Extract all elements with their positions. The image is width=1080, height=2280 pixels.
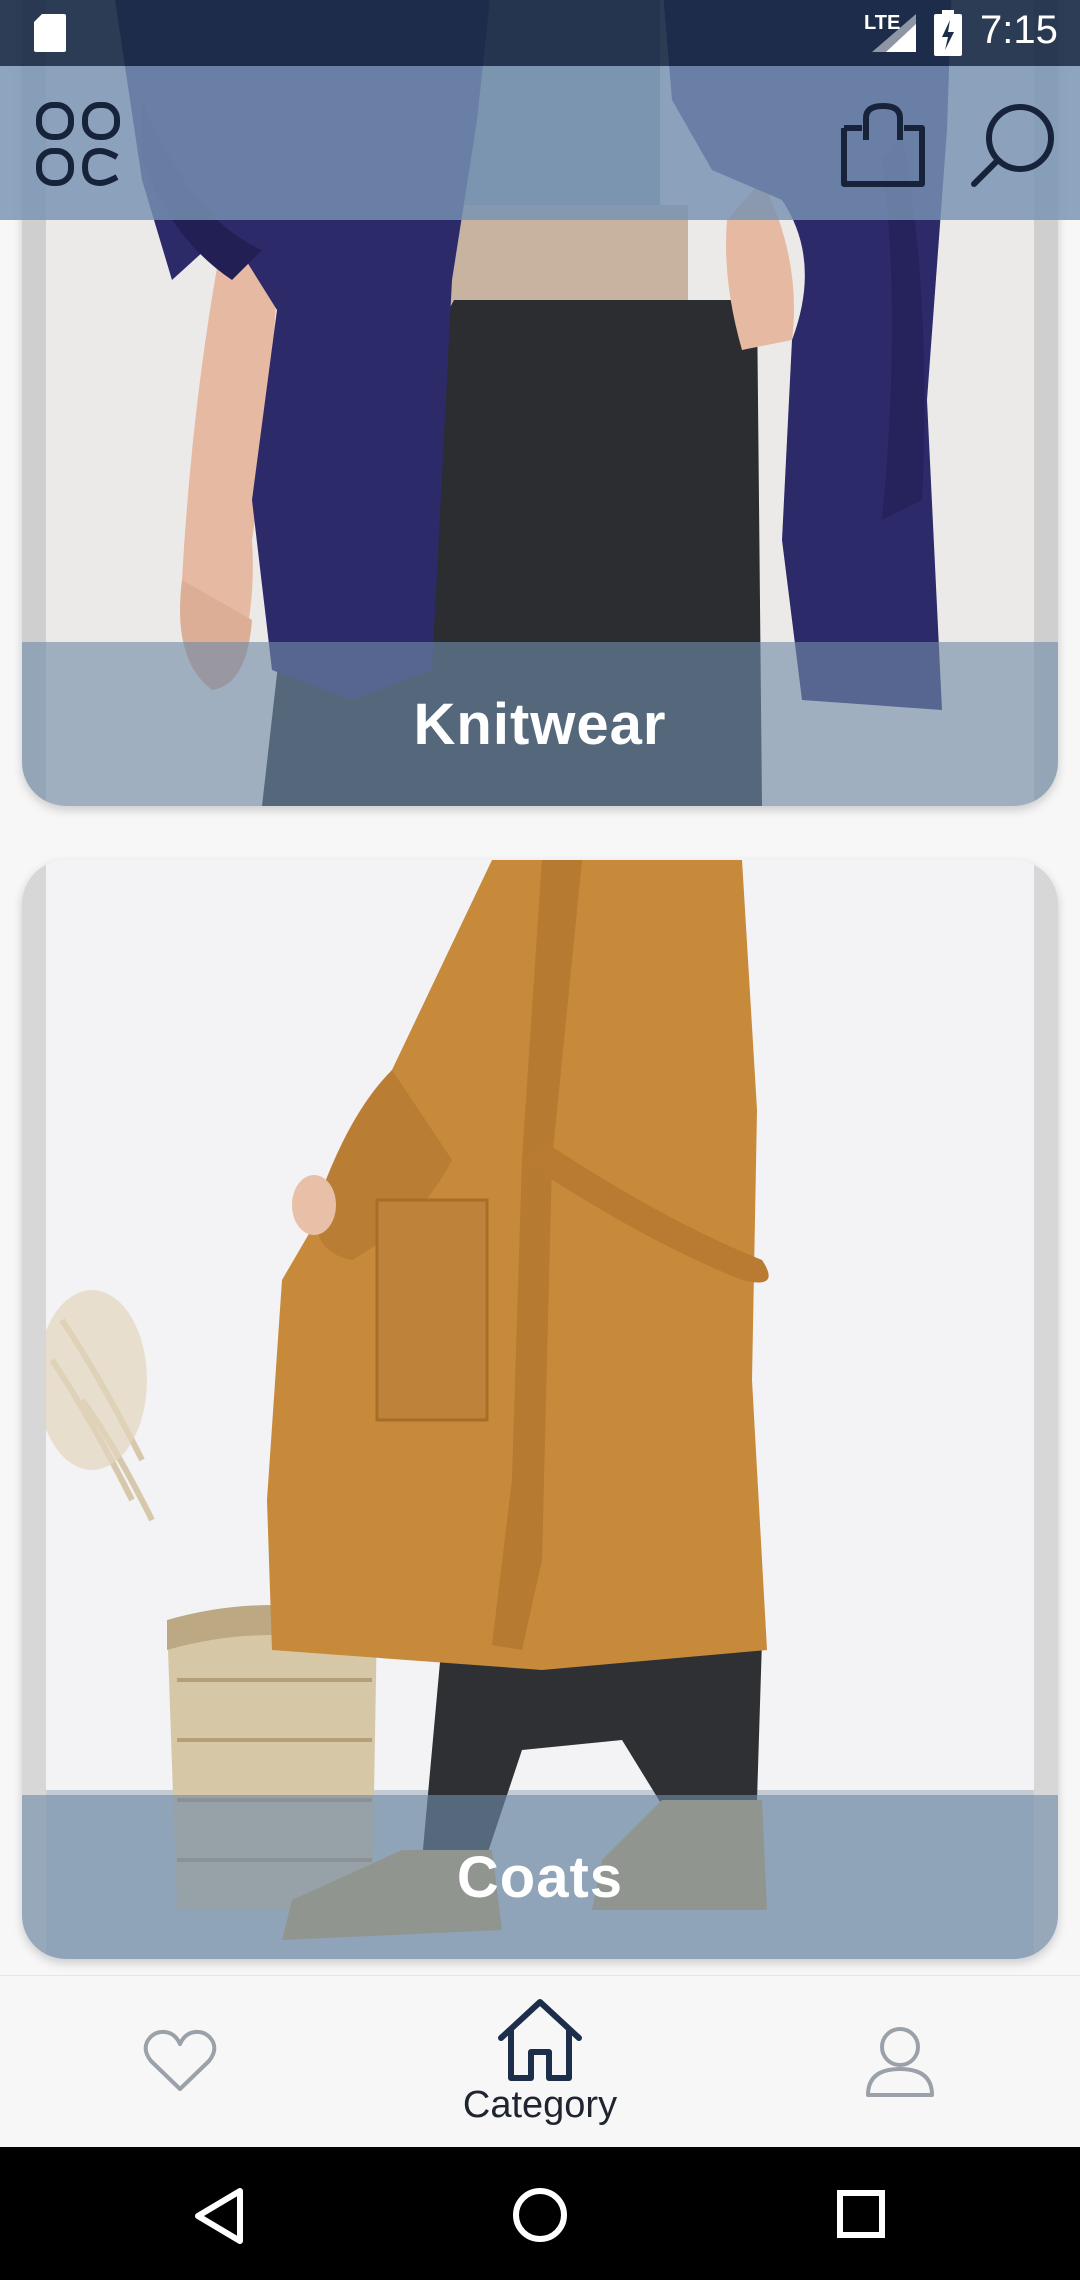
- app-screen: Knitwear Coats LTE 7:15 Category: [0, 0, 1080, 2280]
- sd-card-icon: [34, 14, 66, 52]
- status-time: 7:15: [980, 8, 1058, 52]
- nav-category[interactable]: Category: [430, 1976, 650, 2148]
- category-label-coats: Coats: [456, 1844, 624, 1910]
- search-icon[interactable]: [968, 100, 1058, 190]
- shopping-bag-icon[interactable]: [838, 100, 928, 190]
- system-navigation-bar: [0, 2147, 1080, 2280]
- recents-icon[interactable]: [836, 2189, 886, 2239]
- top-app-bar: [0, 66, 1080, 220]
- category-feed[interactable]: Knitwear Coats: [0, 0, 1080, 1975]
- grid-menu-icon[interactable]: [34, 100, 124, 190]
- nav-label-category: Category: [462, 2083, 618, 2126]
- battery-charging-icon: [934, 10, 962, 56]
- user-icon: [866, 2027, 934, 2097]
- category-caption: Knitwear: [22, 642, 1058, 806]
- home-circle-icon[interactable]: [512, 2187, 568, 2243]
- heart-icon: [143, 2029, 217, 2091]
- category-caption: Coats: [22, 1795, 1058, 1959]
- home-icon: [498, 1998, 582, 2081]
- nav-favorites[interactable]: [100, 1976, 260, 2148]
- status-bar: LTE 7:15: [0, 0, 1080, 66]
- nav-profile[interactable]: [820, 1976, 980, 2148]
- back-icon[interactable]: [192, 2187, 246, 2245]
- category-label-knitwear: Knitwear: [413, 691, 667, 757]
- bottom-navigation: Category: [0, 1975, 1080, 2147]
- category-card-coats[interactable]: Coats: [22, 860, 1058, 1959]
- signal-icon: [872, 14, 916, 52]
